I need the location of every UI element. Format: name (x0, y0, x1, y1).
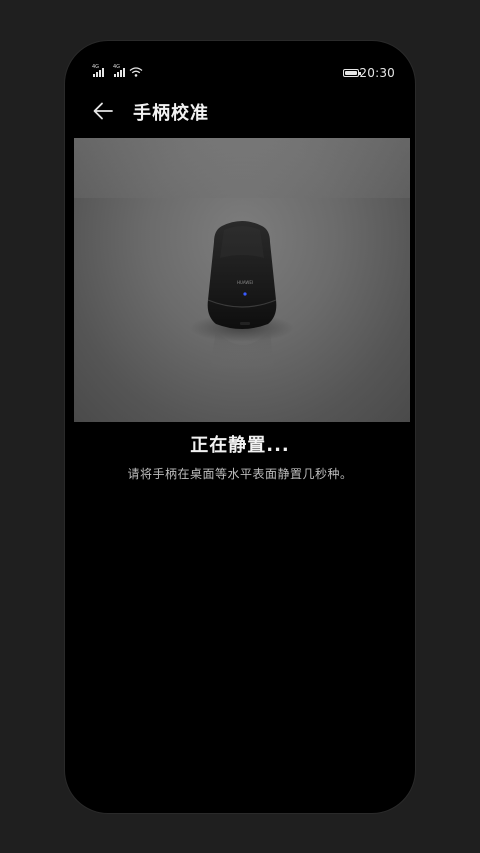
wifi-icon (129, 67, 143, 77)
phone-frame: 4G 4G 20:30 手柄校准 HUAWEI 正在静置... 请将手柄在桌面等… (64, 40, 416, 814)
cellular-signal-icon: 4G (113, 64, 125, 77)
brand-logo: HUAWEI (237, 280, 253, 285)
title-bar: 手柄校准 (65, 91, 415, 131)
page-title: 手柄校准 (133, 103, 209, 124)
signal-indicators: 4G 4G (92, 64, 143, 77)
instruction-text: 请将手柄在桌面等水平表面静置几秒种。 (127, 467, 353, 481)
status-time: 20:30 (359, 66, 395, 80)
gamepad-controller-image: HUAWEI (190, 221, 294, 373)
indicator-light-icon (243, 292, 247, 296)
status-heading: 正在静置... (190, 435, 290, 456)
back-arrow-icon[interactable] (91, 99, 115, 123)
cellular-signal-icon: 4G (92, 64, 104, 77)
battery-icon (343, 69, 361, 77)
network-type-label: 4G (92, 64, 100, 70)
network-type-label: 4G (113, 64, 121, 70)
controller-illustration: HUAWEI (74, 138, 410, 422)
